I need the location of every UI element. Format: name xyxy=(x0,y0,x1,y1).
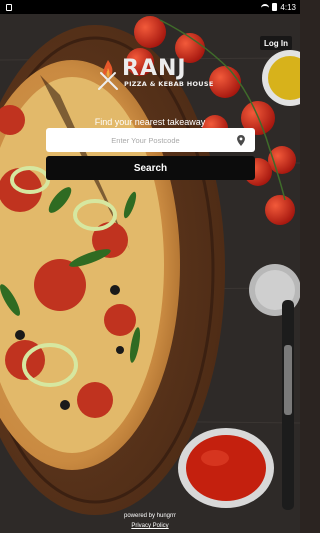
flame-cutlery-icon xyxy=(98,60,118,90)
status-bar: 4:13 xyxy=(0,0,300,14)
search-prompt: Find your nearest takeaway xyxy=(94,117,206,127)
brand-name: RANJ xyxy=(122,56,187,81)
battery-icon xyxy=(272,3,278,11)
privacy-policy-link[interactable]: Privacy Policy xyxy=(0,523,300,529)
brand-logo: RANJ PIZZA & KEBAB HOUSE xyxy=(96,56,214,92)
search-button[interactable]: Search xyxy=(46,156,255,180)
brand-tagline: PIZZA & KEBAB HOUSE xyxy=(124,80,214,88)
notification-image-icon xyxy=(6,3,12,11)
status-time: 4:13 xyxy=(280,2,296,12)
postcode-input[interactable] xyxy=(46,128,233,152)
powered-by-text: powered by hungrrr xyxy=(123,513,177,519)
location-pin-icon[interactable] xyxy=(233,128,249,152)
postcode-field xyxy=(46,128,255,152)
wifi-icon xyxy=(261,4,270,10)
login-button[interactable]: Log In xyxy=(260,36,292,50)
